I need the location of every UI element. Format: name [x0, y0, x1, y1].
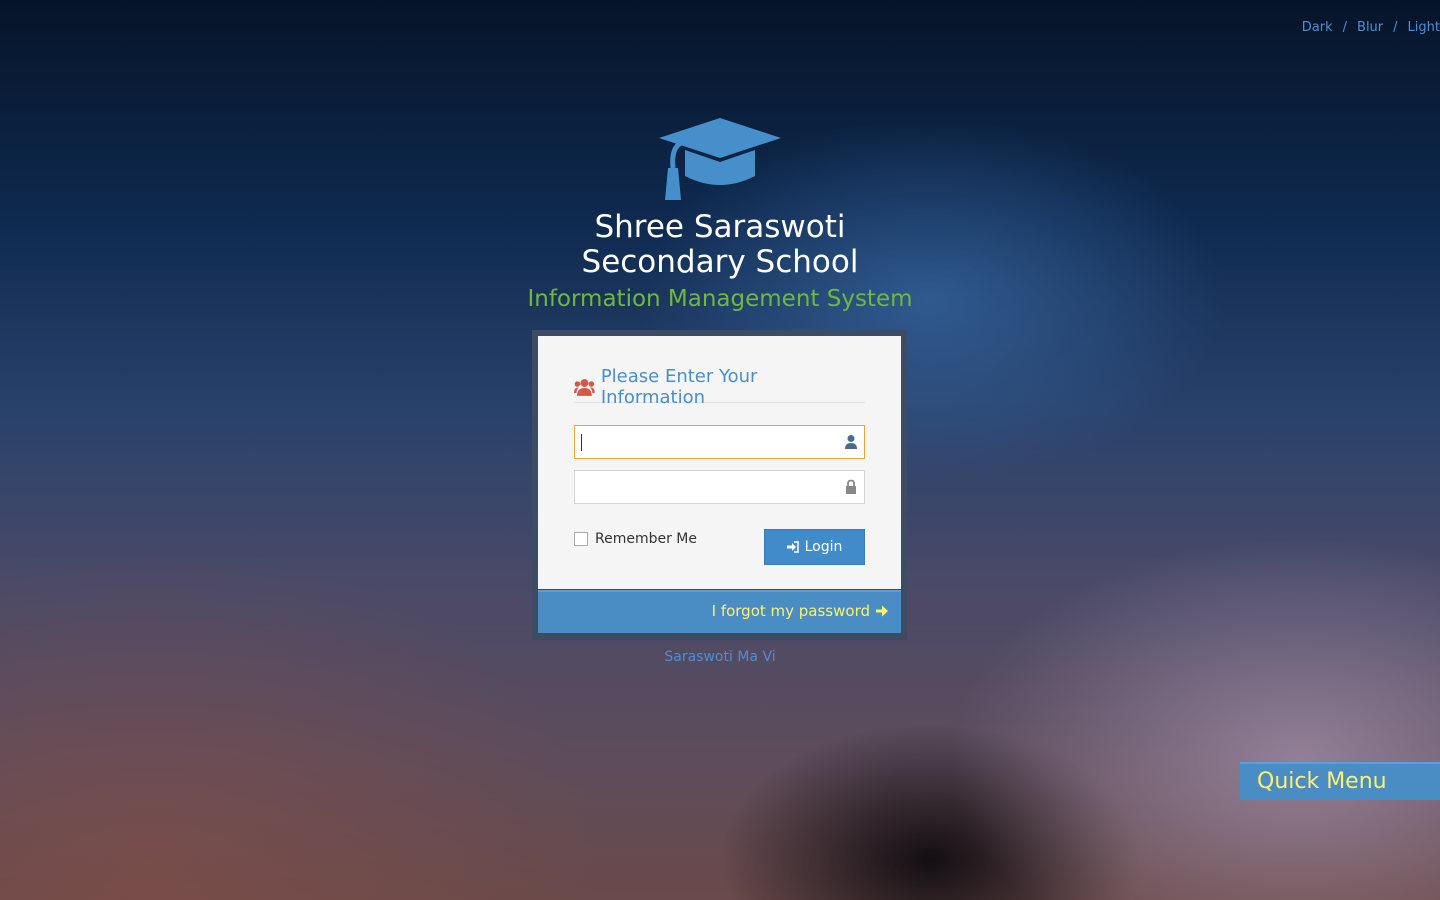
password-input[interactable]: [575, 471, 837, 503]
quick-menu-button[interactable]: Quick Menu: [1240, 762, 1440, 800]
theme-blur-link[interactable]: Blur: [1357, 20, 1383, 35]
login-form: Please Enter Your Information Remember M…: [538, 336, 901, 589]
footer: Saraswoti Ma Vi: [0, 649, 1440, 665]
forgot-password-link[interactable]: I forgot my password: [712, 602, 889, 620]
brand-header: Shree Saraswoti Secondary School Informa…: [0, 116, 1440, 314]
users-icon: [574, 379, 595, 396]
password-field[interactable]: [574, 470, 865, 504]
school-site-link[interactable]: Saraswoti Ma Vi: [664, 649, 775, 665]
school-name-line2: Secondary School: [581, 244, 859, 280]
theme-light-link[interactable]: Light: [1408, 20, 1440, 35]
login-toolbar: I forgot my password: [538, 590, 901, 633]
login-title: Please Enter Your Information: [600, 366, 758, 408]
user-icon: [845, 435, 857, 449]
arrow-right-icon: [876, 605, 888, 617]
remember-me[interactable]: Remember Me: [574, 531, 697, 547]
system-name: Information Management System: [527, 286, 913, 312]
graduation-cap-icon: [659, 118, 781, 200]
login-button-label: Login: [804, 539, 843, 555]
username-input[interactable]: [575, 426, 837, 458]
forgot-password-label: I forgot my password: [711, 602, 870, 620]
login-panel: Please Enter Your Information Remember M…: [532, 330, 907, 640]
sign-in-icon: [786, 541, 799, 553]
login-button[interactable]: Login: [764, 529, 865, 565]
school-name-line1: Shree Saraswoti: [594, 209, 846, 245]
theme-separator: /: [1342, 20, 1348, 35]
lock-icon: [846, 479, 856, 494]
remember-me-label: Remember Me: [595, 531, 697, 547]
theme-dark-link[interactable]: Dark: [1302, 20, 1333, 35]
theme-switcher: Dark / Blur / Light: [1302, 20, 1440, 35]
username-field[interactable]: [574, 425, 865, 459]
text-cursor: [581, 434, 582, 451]
remember-me-checkbox[interactable]: [574, 532, 588, 546]
theme-separator: /: [1393, 20, 1398, 35]
school-name: Shree Saraswoti Secondary School: [0, 210, 1440, 280]
login-header: Please Enter Your Information: [574, 366, 865, 408]
